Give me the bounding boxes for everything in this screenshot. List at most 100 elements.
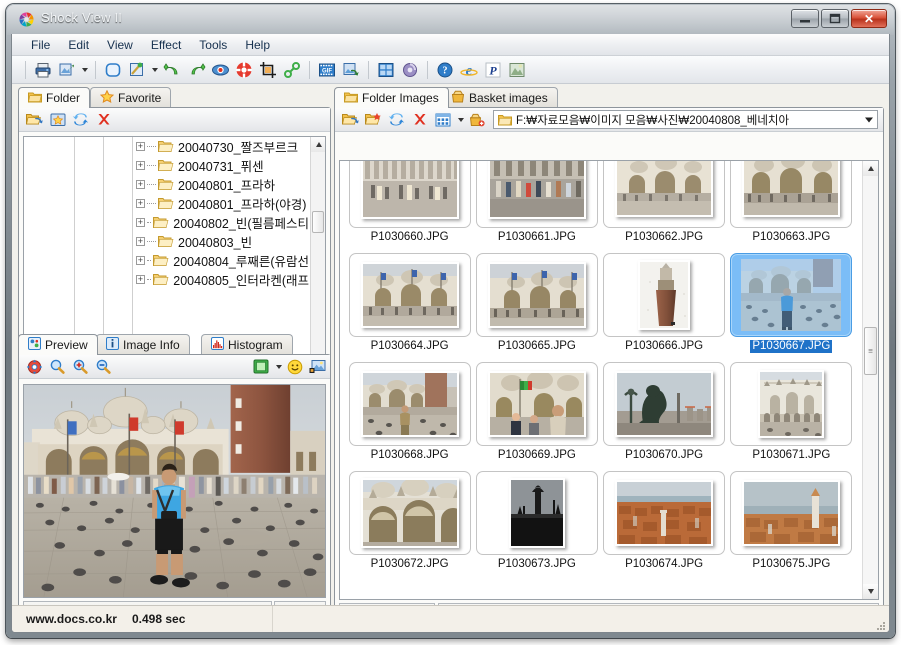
thumbnail-item[interactable]: P1030667.JPG bbox=[728, 244, 855, 353]
maximize-button[interactable] bbox=[821, 9, 849, 28]
link-icon[interactable] bbox=[281, 59, 303, 81]
tree-item[interactable]: + 20040731_퓌센 bbox=[24, 156, 309, 175]
tree-item[interactable]: + 20040801_프라하 bbox=[24, 175, 309, 194]
print-icon[interactable] bbox=[32, 59, 54, 81]
wand-dropdown-arrow[interactable] bbox=[149, 59, 160, 81]
gif-animation-icon[interactable]: GIF bbox=[316, 59, 338, 81]
browser-icon[interactable]: e bbox=[458, 59, 480, 81]
open-image-icon[interactable] bbox=[56, 59, 78, 81]
thumbnail-item[interactable]: P1030660.JPG bbox=[346, 161, 473, 244]
settings-icon[interactable] bbox=[399, 59, 421, 81]
expand-icon[interactable]: + bbox=[136, 237, 145, 246]
magic-wand-icon[interactable] bbox=[126, 59, 148, 81]
crop-icon[interactable] bbox=[257, 59, 279, 81]
preview-image[interactable] bbox=[23, 384, 326, 598]
zoom-actual-icon[interactable] bbox=[47, 356, 68, 377]
select-rect-icon[interactable] bbox=[102, 59, 124, 81]
tree-item[interactable]: + 20040802_빈(필름페스티 bbox=[24, 213, 309, 232]
tree-item[interactable]: + 20040803_빈 bbox=[24, 232, 309, 251]
chevron-down-icon[interactable] bbox=[865, 117, 873, 122]
color-adjust-icon[interactable] bbox=[233, 59, 255, 81]
add-to-basket-icon[interactable] bbox=[466, 109, 487, 130]
open-dropdown-arrow[interactable] bbox=[79, 59, 90, 81]
tab-preview[interactable]: Preview bbox=[18, 334, 98, 355]
plugin-icon[interactable] bbox=[506, 59, 528, 81]
title-bar[interactable]: Shock View II ✕ bbox=[6, 4, 895, 34]
delete-icon[interactable] bbox=[409, 109, 430, 130]
thumbnail-item[interactable]: P1030664.JPG bbox=[346, 244, 473, 353]
thumbnail-item[interactable]: P1030663.JPG bbox=[728, 161, 855, 244]
fit-to-window-icon[interactable] bbox=[24, 356, 45, 377]
resize-grip[interactable] bbox=[874, 618, 886, 630]
view-mode-icon[interactable] bbox=[432, 109, 453, 130]
tree-item[interactable]: + 20040805_인터라켄(래프 bbox=[24, 270, 309, 289]
tab-folder[interactable]: Folder bbox=[18, 87, 91, 108]
tab-histogram[interactable]: Histogram bbox=[201, 334, 293, 354]
scroll-thumb[interactable] bbox=[312, 211, 324, 233]
refresh-icon[interactable] bbox=[386, 109, 407, 130]
close-button[interactable]: ✕ bbox=[851, 9, 887, 28]
thumbnail-item[interactable]: P1030668.JPG bbox=[346, 353, 473, 462]
open-folder-icon[interactable] bbox=[24, 109, 45, 130]
red-eye-icon[interactable] bbox=[209, 59, 231, 81]
minimize-button[interactable] bbox=[791, 9, 819, 28]
scroll-thumb[interactable]: ≡ bbox=[864, 327, 877, 375]
tree-item[interactable]: + 20040730_짤즈부르크 bbox=[24, 137, 309, 156]
scroll-down-arrow[interactable] bbox=[863, 584, 878, 599]
rotate-left-icon[interactable] bbox=[161, 59, 183, 81]
scroll-up-arrow[interactable] bbox=[311, 137, 325, 152]
zoom-out-icon[interactable] bbox=[93, 356, 114, 377]
tree-item[interactable]: + 20040801_프라하(야경) bbox=[24, 194, 309, 213]
tree-item[interactable]: + 20040804_루째른(유람선 bbox=[24, 251, 309, 270]
expand-icon[interactable]: + bbox=[136, 275, 145, 284]
expand-icon[interactable]: + bbox=[136, 199, 145, 208]
thumbnail-item[interactable]: P1030661.JPG bbox=[473, 161, 600, 244]
rotate-right-icon[interactable] bbox=[185, 59, 207, 81]
menu-effect[interactable]: Effect bbox=[142, 36, 190, 54]
background-color-icon[interactable] bbox=[250, 356, 271, 377]
add-favorite-icon[interactable] bbox=[47, 109, 68, 130]
expand-icon[interactable]: + bbox=[136, 161, 145, 170]
refresh-icon[interactable] bbox=[70, 109, 91, 130]
thumbnail-item[interactable]: P1030673.JPG bbox=[473, 462, 600, 571]
smiley-icon[interactable] bbox=[284, 356, 305, 377]
thumbnail-item[interactable]: P1030662.JPG bbox=[601, 161, 728, 244]
thumbnail-item[interactable]: P1030669.JPG bbox=[473, 353, 600, 462]
open-folder-icon[interactable] bbox=[340, 109, 361, 130]
delete-icon[interactable] bbox=[93, 109, 114, 130]
thumbnail-item[interactable]: P1030674.JPG bbox=[601, 462, 728, 571]
address-bar[interactable]: F:₩자료모음₩이미지 모음₩사진₩20040808_베네치아 bbox=[493, 110, 878, 129]
thumbnail-vertical-scrollbar[interactable]: ≡ bbox=[862, 161, 878, 599]
background-dropdown-arrow[interactable] bbox=[273, 356, 284, 378]
menu-edit[interactable]: Edit bbox=[59, 36, 98, 54]
tab-folder-images[interactable]: Folder Images bbox=[334, 87, 449, 108]
tab-image-info[interactable]: Image Info bbox=[96, 334, 190, 354]
thumbnail-item[interactable]: P1030666.JPG bbox=[601, 244, 728, 353]
tab-favorite[interactable]: Favorite bbox=[90, 87, 172, 107]
expand-icon[interactable]: + bbox=[136, 218, 145, 227]
menu-help[interactable]: Help bbox=[236, 36, 279, 54]
scroll-up-arrow[interactable] bbox=[863, 161, 878, 176]
convert-icon[interactable] bbox=[340, 59, 362, 81]
menu-file[interactable]: File bbox=[22, 36, 59, 54]
tab-basket-images[interactable]: Basket images bbox=[441, 87, 558, 107]
menu-view[interactable]: View bbox=[98, 36, 142, 54]
thumbnail-item[interactable]: P1030665.JPG bbox=[473, 244, 600, 353]
thumbnail-item[interactable]: P1030672.JPG bbox=[346, 462, 473, 571]
paypal-icon[interactable]: P bbox=[482, 59, 504, 81]
new-folder-icon[interactable] bbox=[363, 109, 384, 130]
menu-tools[interactable]: Tools bbox=[190, 36, 236, 54]
thumbnail-item[interactable]: P1030675.JPG bbox=[728, 462, 855, 571]
expand-icon[interactable]: + bbox=[136, 142, 145, 151]
zoom-in-icon[interactable] bbox=[70, 356, 91, 377]
view-mode-dropdown-arrow[interactable] bbox=[455, 109, 466, 131]
help-icon[interactable]: ? bbox=[434, 59, 456, 81]
expand-icon[interactable]: + bbox=[136, 180, 145, 189]
expand-icon[interactable]: + bbox=[136, 256, 145, 265]
thumbnail-view-icon[interactable] bbox=[375, 59, 397, 81]
thumbnail-item[interactable]: P1030671.JPG bbox=[728, 353, 855, 462]
wallpaper-icon[interactable] bbox=[307, 356, 328, 377]
thumbnail-item[interactable]: P1030670.JPG bbox=[601, 353, 728, 462]
thumbnail-frame bbox=[348, 253, 471, 337]
thumbnail-grid[interactable]: P1030660.JPG P1030661.JPG P1030662.JPG P… bbox=[339, 160, 879, 600]
